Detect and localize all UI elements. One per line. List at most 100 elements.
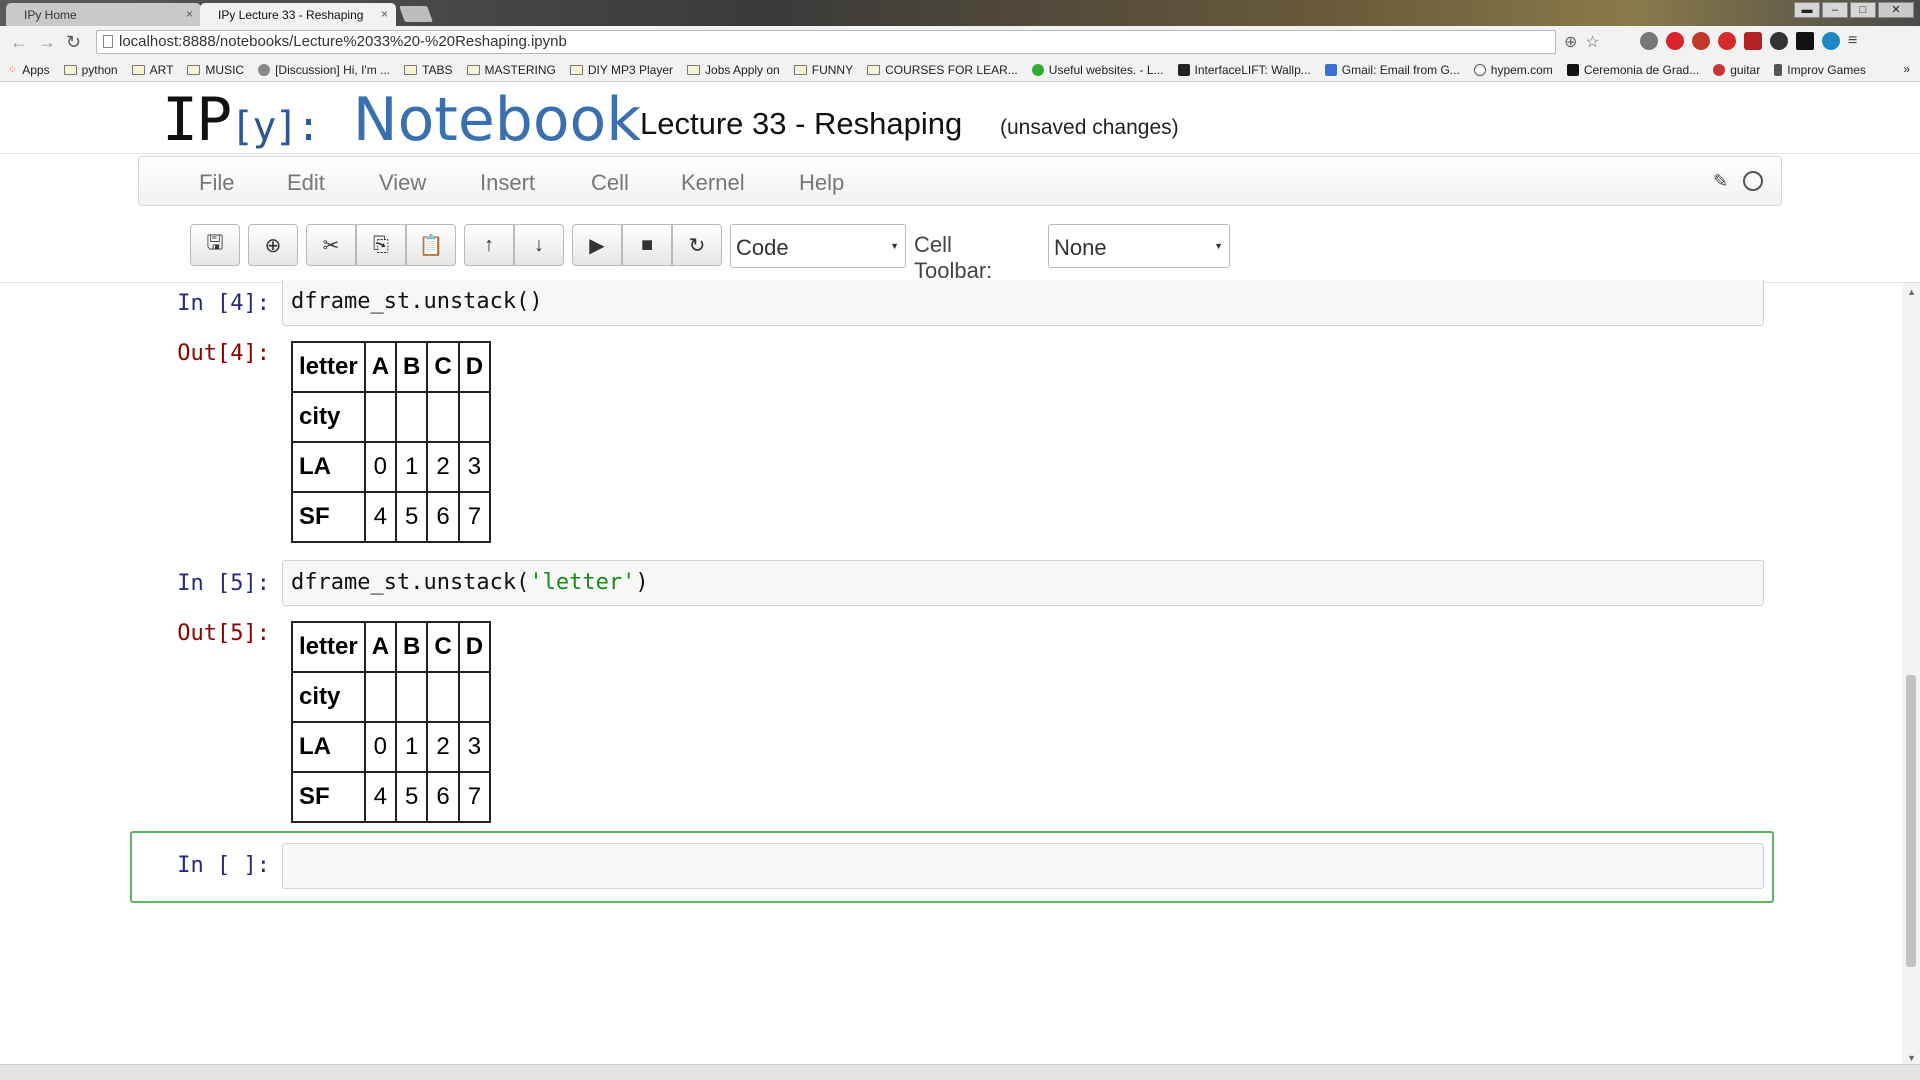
address-bar-icons: ⊕ ☆ xyxy=(1564,32,1600,52)
edit-group: ✂ ⎘ 📋 xyxy=(306,224,456,266)
table-cell: 7 xyxy=(457,771,492,823)
menu-icon[interactable]: ≡ xyxy=(1848,32,1857,50)
bookmark-ceremonia[interactable]: Ceremonia de Grad... xyxy=(1566,63,1699,77)
copy-icon[interactable]: ⎘ xyxy=(356,224,406,266)
scrollbar[interactable]: ▲ ▼ xyxy=(1902,283,1920,1065)
moon-icon[interactable] xyxy=(1770,32,1788,50)
table-cell: 4 xyxy=(363,491,398,543)
column-header: C xyxy=(426,341,460,393)
minimize-button[interactable]: – xyxy=(1822,2,1848,18)
cell-toolbar-select[interactable]: None ▼ xyxy=(1048,224,1230,268)
bookmark-music[interactable]: MUSIC xyxy=(187,63,244,77)
back-arrow-icon[interactable]: ← xyxy=(10,32,28,53)
url-input[interactable]: localhost:8888/notebooks/Lecture%2033%20… xyxy=(96,30,1556,54)
save-icon[interactable]: 🖫 xyxy=(190,224,240,266)
adblock-icon[interactable] xyxy=(1718,32,1736,50)
insert-group: ⊕ xyxy=(248,224,298,266)
menu-help[interactable]: Help xyxy=(799,170,844,196)
address-bar-row: ← → ↻ localhost:8888/notebooks/Lecture%2… xyxy=(0,26,1920,58)
forward-arrow-icon[interactable]: → xyxy=(38,32,56,53)
index-name-row: city xyxy=(291,391,492,443)
gear-extension-icon[interactable] xyxy=(1692,32,1710,50)
run-group: ▶ ■ ↻ xyxy=(572,224,722,266)
bookmark-label: InterfaceLIFT: Wallp... xyxy=(1194,62,1311,77)
table-row: LA 0 1 2 3 xyxy=(291,721,492,773)
bookmark-useful-websites[interactable]: Useful websites. - L... xyxy=(1031,63,1164,77)
scroll-down-icon[interactable]: ▼ xyxy=(1907,1053,1916,1063)
bookmark-guitar[interactable]: guitar xyxy=(1713,63,1760,77)
empty-cell xyxy=(457,671,492,723)
code-input[interactable]: dframe_st.unstack('letter') xyxy=(282,560,1764,606)
bookmark-interfacelift[interactable]: InterfaceLIFT: Wallp... xyxy=(1177,62,1311,77)
menu-edit[interactable]: Edit xyxy=(287,170,325,196)
wordpress-icon[interactable] xyxy=(1640,32,1658,50)
cell-type-select[interactable]: Code ▼ xyxy=(730,224,906,268)
bookmark-funny[interactable]: FUNNY xyxy=(793,63,853,77)
zoom-icon[interactable]: ⊕ xyxy=(1564,32,1577,52)
bookmark-label: ART xyxy=(149,62,174,77)
bookmark-mastering[interactable]: MASTERING xyxy=(466,63,556,77)
empty-cell xyxy=(363,391,398,443)
folder-icon xyxy=(867,64,881,75)
run-icon[interactable]: ▶ xyxy=(572,224,622,266)
h-icon[interactable] xyxy=(1796,32,1814,50)
bookmark-label: Gmail: Email from G... xyxy=(1341,62,1460,77)
chevron-down-icon: ▼ xyxy=(1214,241,1223,251)
bookmark-gmail[interactable]: Gmail: Email from G... xyxy=(1324,62,1460,77)
table-cell: 1 xyxy=(395,721,429,773)
insert-cell-icon[interactable]: ⊕ xyxy=(248,224,298,266)
move-down-icon[interactable]: ↓ xyxy=(514,224,564,266)
bookmark-art[interactable]: ART xyxy=(131,62,174,77)
table-cell: 3 xyxy=(457,441,492,493)
menu-view[interactable]: View xyxy=(379,170,426,196)
menu-insert[interactable]: Insert xyxy=(480,170,535,196)
browser-status-bar xyxy=(0,1064,1920,1080)
globe-icon[interactable] xyxy=(1822,32,1840,50)
code-input[interactable] xyxy=(282,843,1764,889)
hat-icon[interactable] xyxy=(1744,32,1762,50)
menu-kernel[interactable]: Kernel xyxy=(681,170,745,196)
code-input[interactable]: dframe_st.unstack() xyxy=(282,280,1764,326)
new-tab-button[interactable] xyxy=(399,6,433,22)
apps-grid-icon: ⁘ xyxy=(8,64,18,76)
ipython-logo[interactable]: IP[y]: Notebook xyxy=(162,90,641,157)
move-up-icon[interactable]: ↑ xyxy=(464,224,514,266)
bookmark-hypem[interactable]: hypem.com xyxy=(1473,63,1553,77)
restart-icon[interactable]: ↻ xyxy=(672,224,722,266)
window-close-button[interactable]: ✕ xyxy=(1878,2,1914,18)
interfacelift-icon xyxy=(1177,63,1190,76)
maximize-button[interactable]: □ xyxy=(1850,2,1876,18)
bookmark-tabs[interactable]: TABS xyxy=(404,63,453,77)
close-icon[interactable]: × xyxy=(186,7,193,21)
stop-icon[interactable]: ■ xyxy=(622,224,672,266)
menu-file[interactable]: File xyxy=(199,170,234,196)
person-icon[interactable]: ▬ xyxy=(1794,2,1820,18)
tab-lecture-33[interactable]: IPy Lecture 33 - Reshaping × xyxy=(200,3,396,26)
cut-icon[interactable]: ✂ xyxy=(306,224,356,266)
bookmarks-overflow-button[interactable]: » xyxy=(1903,62,1910,76)
notebook-title[interactable]: Lecture 33 - Reshaping xyxy=(640,106,962,142)
star-icon[interactable]: ☆ xyxy=(1585,32,1599,52)
bookmark-diy-mp3[interactable]: DIY MP3 Player xyxy=(569,63,673,77)
close-icon[interactable]: × xyxy=(381,7,388,21)
folder-icon xyxy=(131,64,145,75)
opera-icon[interactable] xyxy=(1666,32,1684,50)
bookmark-apps[interactable]: ⁘ Apps xyxy=(8,63,50,77)
scroll-thumb[interactable] xyxy=(1906,675,1916,967)
tab-ipython-home[interactable]: IPy Home × xyxy=(6,3,201,26)
bookmark-python[interactable]: python xyxy=(63,63,118,77)
bookmark-courses[interactable]: COURSES FOR LEAR... xyxy=(867,63,1018,77)
bookmark-jobs[interactable]: Jobs Apply on xyxy=(687,63,780,77)
browser-tab-strip: IPy Home × IPy Lecture 33 - Reshaping × … xyxy=(0,0,1920,26)
table-cell: 1 xyxy=(395,441,429,493)
scroll-up-icon[interactable]: ▲ xyxy=(1907,287,1916,297)
table-cell: 3 xyxy=(457,721,492,773)
logo-y: [y]: xyxy=(230,104,320,150)
bookmark-improv[interactable]: Improv Games xyxy=(1774,63,1866,77)
bookmark-discussion[interactable]: [Discussion] Hi, I'm ... xyxy=(258,63,390,77)
empty-cell xyxy=(426,391,460,443)
reload-icon[interactable]: ↻ xyxy=(66,32,81,53)
paste-icon[interactable]: 📋 xyxy=(406,224,456,266)
code-text: dframe_st.unstack( xyxy=(291,570,530,595)
menu-cell[interactable]: Cell xyxy=(591,170,629,196)
